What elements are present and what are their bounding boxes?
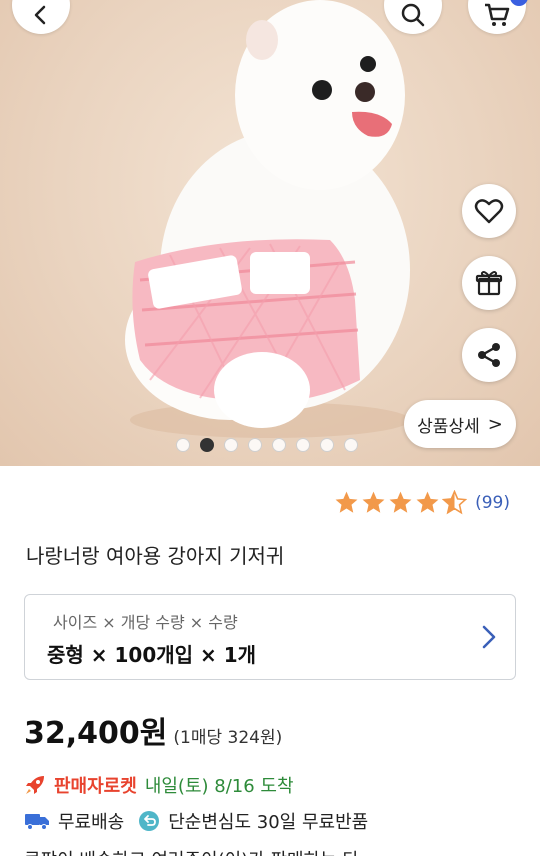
back-icon <box>34 5 46 25</box>
star-full-icon <box>362 491 385 513</box>
heart-icon <box>474 199 504 224</box>
shipping-row: 무료배송 단순변심도 30일 무료반품 <box>24 808 368 834</box>
unit-price: (1매당 324원) <box>173 728 283 748</box>
carousel-dot[interactable] <box>296 438 310 452</box>
rating-stars <box>334 490 468 515</box>
chevron-right-icon: > <box>487 413 503 435</box>
carousel-dot[interactable] <box>224 438 238 452</box>
carousel-dot[interactable] <box>344 438 358 452</box>
chevron-right-icon <box>482 625 496 649</box>
carousel-dot[interactable] <box>272 438 286 452</box>
carousel-pagination <box>176 438 358 452</box>
free-return-label: 단순변심도 30일 무료반품 <box>168 812 369 833</box>
option-label: 사이즈 × 개당 수량 × 수량 <box>53 613 238 632</box>
delivery-row: 판매자로켓 내일(토) 8/16 도착 <box>24 772 294 798</box>
sale-price: 32,400원 <box>24 716 168 751</box>
free-shipping-label: 무료배송 <box>58 812 125 833</box>
rocket-label: 판매자로켓 <box>54 776 137 797</box>
gift-button[interactable] <box>462 256 516 310</box>
cart-count-badge <box>510 0 528 6</box>
share-button[interactable] <box>462 328 516 382</box>
carousel-dot[interactable] <box>176 438 190 452</box>
carousel-dot-active[interactable] <box>200 438 214 452</box>
cart-icon <box>485 3 510 26</box>
product-detail-label: 상품상세 <box>417 416 480 437</box>
carousel-dot[interactable] <box>248 438 262 452</box>
product-title: 나랑너랑 여아용 강아지 기저귀 <box>26 544 285 568</box>
product-photo <box>125 0 410 438</box>
rocket-icon <box>26 776 44 794</box>
gift-icon <box>475 271 503 296</box>
share-icon <box>478 343 500 367</box>
option-value: 중형 × 100개입 × 1개 <box>47 643 257 667</box>
price-block: 32,400원 (1매당 324원) <box>24 708 282 752</box>
product-detail-button[interactable]: 상품상세 > <box>404 400 516 448</box>
product-image-carousel[interactable]: 상품상세 > <box>0 0 540 466</box>
seller-info-text: 쿠팡이 배송하고 여러주이(이)가 판매하는 다 <box>24 846 359 856</box>
review-count[interactable]: (99) <box>475 493 510 513</box>
star-full-icon <box>389 491 412 513</box>
search-icon <box>401 3 425 27</box>
star-full-icon <box>416 491 439 513</box>
truck-icon <box>25 814 49 830</box>
product-rating[interactable]: (99) <box>334 490 510 515</box>
return-icon <box>139 811 160 831</box>
wishlist-button[interactable] <box>462 184 516 238</box>
star-half-icon <box>442 490 468 515</box>
delivery-eta: 내일(토) 8/16 도착 <box>144 776 294 797</box>
star-full-icon <box>335 491 358 513</box>
carousel-dot[interactable] <box>320 438 334 452</box>
option-selector[interactable]: 사이즈 × 개당 수량 × 수량 중형 × 100개입 × 1개 <box>24 594 516 680</box>
